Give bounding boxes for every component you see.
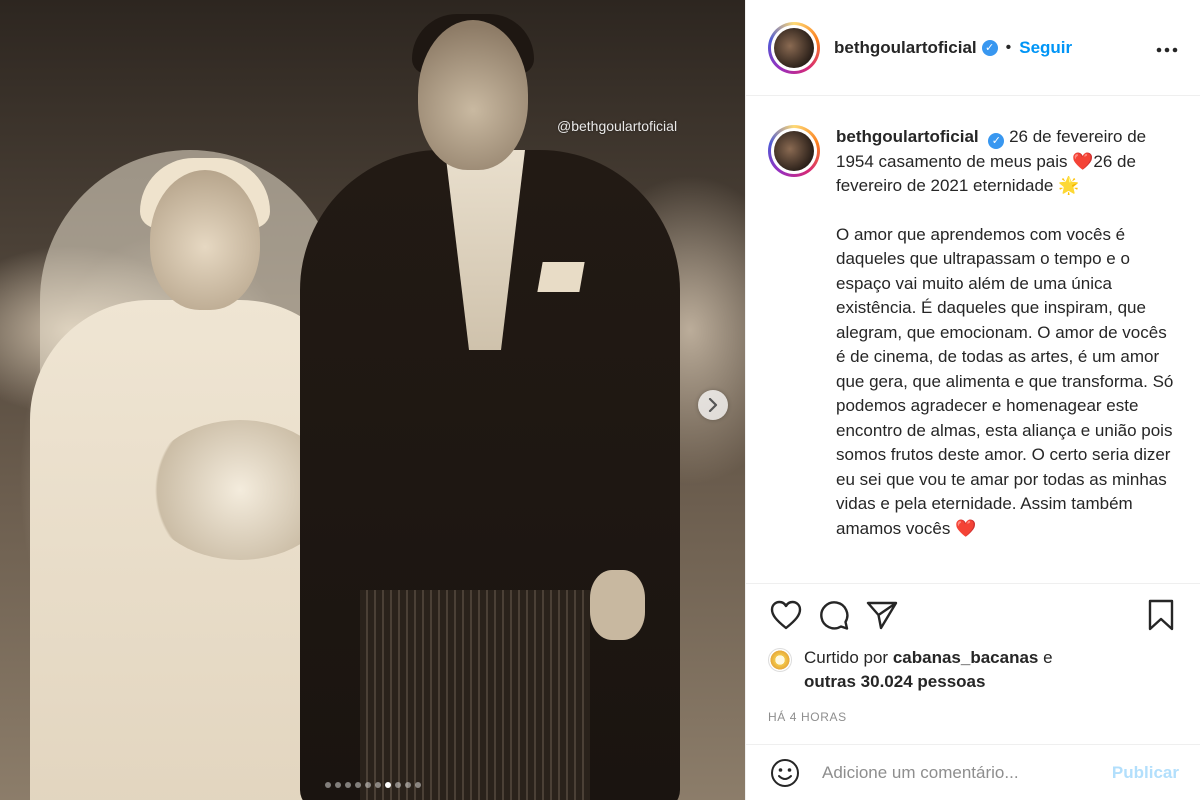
caption-username[interactable]: bethgoulartoficial bbox=[836, 127, 979, 146]
header-username[interactable]: bethgoulartoficial bbox=[834, 38, 977, 58]
share-icon bbox=[866, 601, 898, 630]
comment-bar: Publicar bbox=[746, 744, 1200, 800]
carousel-dot bbox=[394, 782, 401, 788]
photo-groom-trousers bbox=[360, 590, 590, 800]
post-side-panel: bethgoulartoficial ✓ • Seguir bethgoular… bbox=[745, 0, 1200, 800]
heart-icon bbox=[770, 600, 802, 630]
likes-prefix: Curtido por bbox=[804, 648, 889, 667]
caption-area: bethgoulartoficial ✓ 26 de fevereiro de … bbox=[746, 97, 1200, 582]
share-button[interactable] bbox=[864, 598, 900, 632]
carousel-dot bbox=[324, 782, 331, 788]
caption-avatar[interactable] bbox=[768, 125, 820, 177]
verified-badge-icon: ✓ bbox=[981, 39, 998, 56]
caption-body: O amor que aprendemos com vocês é daquel… bbox=[836, 224, 1174, 538]
caption-avatar-image bbox=[774, 131, 814, 171]
liker-username[interactable]: cabanas_bacanas bbox=[893, 648, 1039, 667]
photo-groom-face bbox=[418, 20, 528, 170]
emoji-button[interactable] bbox=[768, 756, 802, 790]
emoji-icon bbox=[771, 758, 799, 787]
likes-connector: e bbox=[1043, 648, 1053, 667]
like-button[interactable] bbox=[768, 598, 804, 632]
likes-others[interactable]: outras 30.024 pessoas bbox=[804, 672, 985, 691]
photo-pocket-square bbox=[537, 262, 585, 292]
carousel-dots bbox=[0, 782, 745, 788]
post-header: bethgoulartoficial ✓ • Seguir bbox=[746, 0, 1200, 96]
follow-button[interactable]: Seguir bbox=[1019, 38, 1072, 58]
carousel-dot bbox=[374, 782, 381, 788]
chevron-right-icon bbox=[708, 398, 718, 412]
caption-text: bethgoulartoficial ✓ 26 de fevereiro de … bbox=[836, 125, 1176, 582]
actions-area: Curtido por cabanas_bacanas e outras 30.… bbox=[746, 583, 1200, 724]
photo-groom-hand bbox=[590, 570, 645, 640]
avatar[interactable] bbox=[768, 21, 820, 74]
carousel-next-button[interactable] bbox=[698, 390, 728, 420]
comment-input[interactable] bbox=[822, 762, 1112, 783]
post-timestamp[interactable]: HÁ 4 HORAS bbox=[768, 710, 1179, 724]
photo-bride-face bbox=[150, 170, 260, 310]
publish-button[interactable]: Publicar bbox=[1112, 763, 1179, 783]
verified-badge-icon: ✓ bbox=[988, 133, 1005, 150]
save-button[interactable] bbox=[1143, 598, 1179, 632]
comment-icon bbox=[820, 601, 849, 630]
action-icons bbox=[768, 598, 1179, 632]
carousel-dot bbox=[414, 782, 421, 788]
more-icon bbox=[1156, 47, 1178, 53]
post-photo[interactable]: @bethgoulartoficial bbox=[0, 0, 745, 800]
carousel-dot bbox=[354, 782, 361, 788]
carousel-dot-active bbox=[384, 782, 391, 788]
carousel-dot bbox=[404, 782, 411, 788]
likes-summary: Curtido por cabanas_bacanas e outras 30.… bbox=[768, 646, 1179, 694]
header-separator: • bbox=[1005, 38, 1012, 56]
avatar-image bbox=[774, 27, 814, 68]
carousel-dot bbox=[334, 782, 341, 788]
more-options-button[interactable] bbox=[1156, 36, 1178, 59]
liker-avatar[interactable] bbox=[768, 648, 792, 672]
photo-watermark: @bethgoulartoficial bbox=[557, 118, 678, 134]
carousel-dot bbox=[364, 782, 371, 788]
comment-button[interactable] bbox=[816, 598, 852, 632]
carousel-dot bbox=[344, 782, 351, 788]
bookmark-icon bbox=[1148, 599, 1174, 631]
